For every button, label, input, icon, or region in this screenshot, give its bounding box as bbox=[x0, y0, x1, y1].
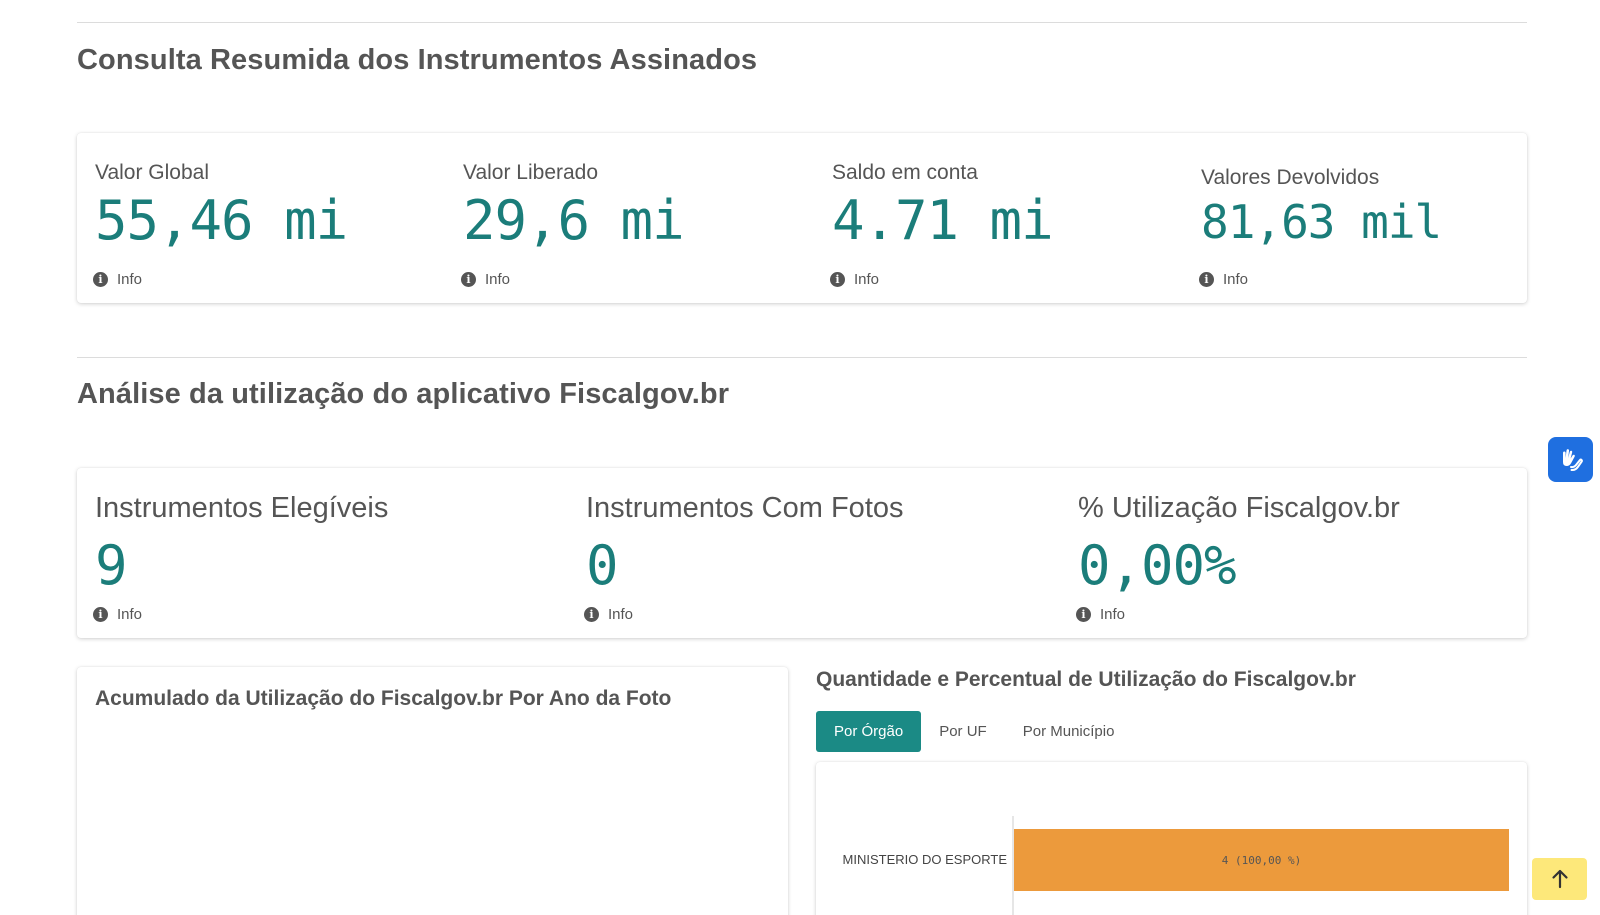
info-link[interactable]: i Info bbox=[461, 271, 510, 288]
section-title-fiscalgov: Análise da utilização do aplicativo Fisc… bbox=[77, 378, 730, 410]
kpi-value: 0,00% bbox=[1078, 534, 1237, 597]
info-link[interactable]: i Info bbox=[93, 271, 142, 288]
acumulado-panel-title: Acumulado da Utilização do Fiscalgov.br … bbox=[95, 687, 672, 710]
kpi-label: Valor Liberado bbox=[463, 161, 599, 184]
kpi-label: Valor Global bbox=[95, 161, 210, 184]
info-icon: i bbox=[93, 272, 108, 287]
vlibras-button[interactable] bbox=[1548, 437, 1593, 482]
fiscalgov-kpi-card: Instrumentos Elegíveis 9 i Info Instrume… bbox=[77, 468, 1527, 638]
info-label: Info bbox=[608, 606, 634, 623]
kpi-value: 4.71 mi bbox=[832, 189, 1054, 252]
info-label: Info bbox=[1100, 606, 1126, 623]
sign-language-hands-icon bbox=[1562, 448, 1583, 471]
chart-data-label: 4 (100,00 %) bbox=[1222, 854, 1301, 867]
scroll-to-top-button[interactable] bbox=[1532, 858, 1587, 900]
arrow-up-icon bbox=[1551, 869, 1568, 889]
summary-kpi-card: Valor Global 55,46 mi i Info Valor Liber… bbox=[77, 133, 1527, 303]
info-label: Info bbox=[854, 271, 880, 288]
info-icon: i bbox=[1076, 607, 1091, 622]
info-icon: i bbox=[93, 607, 108, 622]
chart-category-label: MINISTERIO DO ESPORTE bbox=[843, 852, 1008, 867]
kpi-label: Saldo em conta bbox=[832, 161, 978, 184]
tab-por-orgao[interactable]: Por Órgão bbox=[816, 711, 922, 752]
info-label: Info bbox=[1223, 271, 1249, 288]
quantidade-panel-title: Quantidade e Percentual de Utilização do… bbox=[816, 668, 1356, 691]
utilizacao-bar-chart: MINISTERIO DO ESPORTE 4 (100,00 %) bbox=[843, 816, 1509, 915]
top-divider bbox=[77, 22, 1527, 23]
grouping-tabs: Por Órgão Por UF Por Município bbox=[816, 711, 1132, 752]
acumulado-panel: Acumulado da Utilização do Fiscalgov.br … bbox=[77, 667, 788, 915]
kpi-label: Valores Devolvidos bbox=[1201, 166, 1380, 189]
kpi-value: 55,46 mi bbox=[95, 189, 348, 252]
kpi-value: 0 bbox=[586, 534, 619, 597]
info-link[interactable]: i Info bbox=[584, 606, 633, 623]
kpi-label: % Utilização Fiscalgov.br bbox=[1078, 492, 1400, 524]
info-label: Info bbox=[117, 271, 143, 288]
info-icon: i bbox=[584, 607, 599, 622]
info-link[interactable]: i Info bbox=[93, 606, 142, 623]
info-label: Info bbox=[485, 271, 511, 288]
info-icon: i bbox=[461, 272, 476, 287]
kpi-label: Instrumentos Elegíveis bbox=[95, 492, 389, 524]
kpi-value: 9 bbox=[95, 534, 128, 597]
info-icon: i bbox=[830, 272, 845, 287]
info-icon: i bbox=[1199, 272, 1214, 287]
tab-por-municipio[interactable]: Por Município bbox=[1005, 711, 1133, 752]
kpi-value: 29,6 mi bbox=[463, 189, 685, 252]
tab-por-uf[interactable]: Por UF bbox=[921, 711, 1005, 752]
section-title-instrumentos: Consulta Resumida dos Instrumentos Assin… bbox=[77, 44, 758, 76]
info-link[interactable]: i Info bbox=[1199, 271, 1248, 288]
kpi-label: Instrumentos Com Fotos bbox=[586, 492, 904, 524]
info-link[interactable]: i Info bbox=[830, 271, 879, 288]
section-divider bbox=[77, 357, 1527, 358]
utilizacao-chart-card: MINISTERIO DO ESPORTE 4 (100,00 %) bbox=[816, 762, 1527, 915]
page: Consulta Resumida dos Instrumentos Assin… bbox=[0, 0, 1600, 915]
info-label: Info bbox=[117, 606, 143, 623]
kpi-value: 81,63 mil bbox=[1201, 195, 1442, 249]
info-link[interactable]: i Info bbox=[1076, 606, 1125, 623]
